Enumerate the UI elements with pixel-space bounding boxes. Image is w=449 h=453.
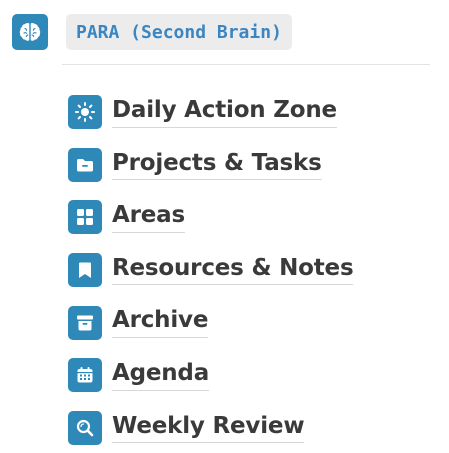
- nav-item-label[interactable]: Projects & Tasks: [112, 150, 322, 181]
- grid-icon: [68, 200, 102, 235]
- sun-icon: [68, 95, 102, 130]
- nav-item-label[interactable]: Weekly Review: [112, 413, 305, 444]
- para-nav-list: Daily Action Zone Projects & Tasks Areas…: [68, 86, 354, 453]
- nav-item-resources-notes[interactable]: Resources & Notes: [68, 244, 354, 297]
- archive-box-icon: [68, 305, 102, 340]
- nav-item-archive[interactable]: Archive: [68, 296, 353, 349]
- nav-item-label[interactable]: Resources & Notes: [112, 255, 354, 286]
- para-page: PARA (Second Brain) Daily Action Zone Pr…: [0, 0, 449, 453]
- nav-item-areas[interactable]: Areas: [68, 191, 353, 244]
- folder-icon: [68, 147, 102, 182]
- brain-icon[interactable]: [12, 14, 48, 50]
- search-icon: [68, 410, 102, 445]
- nav-item-agenda[interactable]: Agenda: [68, 349, 353, 402]
- page-title: PARA (Second Brain): [66, 14, 292, 50]
- nav-item-label[interactable]: Daily Action Zone: [112, 97, 337, 128]
- nav-item-weekly-review[interactable]: Weekly Review: [68, 402, 353, 453]
- nav-item-daily-action-zone[interactable]: Daily Action Zone: [68, 86, 353, 139]
- nav-item-projects-tasks[interactable]: Projects & Tasks: [68, 139, 353, 192]
- calendar-icon: [68, 358, 102, 393]
- bookmark-icon: [68, 253, 102, 288]
- header-divider: [62, 64, 430, 65]
- nav-item-label[interactable]: Agenda: [112, 360, 209, 391]
- nav-item-label[interactable]: Areas: [112, 202, 185, 233]
- page-header: PARA (Second Brain): [12, 14, 292, 50]
- nav-item-label[interactable]: Archive: [112, 307, 208, 338]
